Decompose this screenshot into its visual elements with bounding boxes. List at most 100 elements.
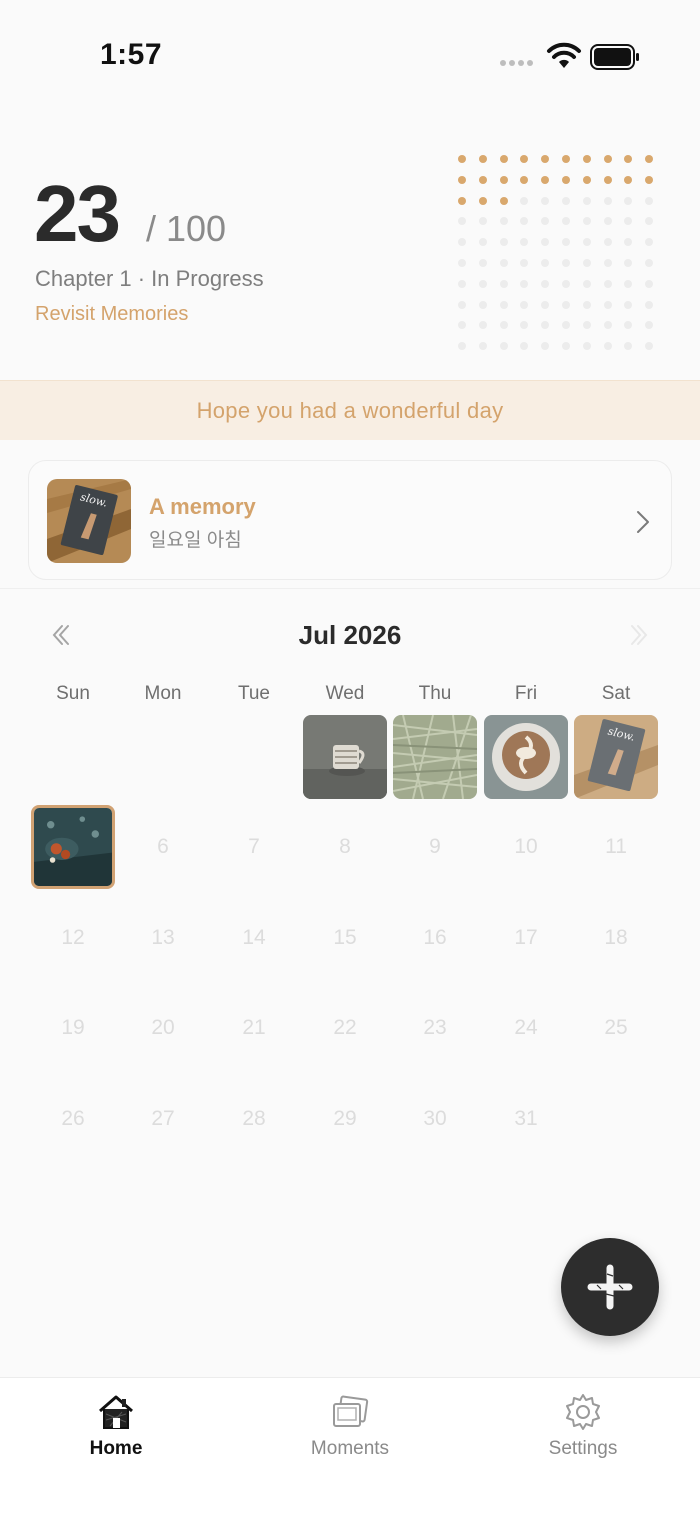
progress-dot-empty bbox=[603, 279, 612, 288]
day-photo-wed[interactable] bbox=[303, 715, 387, 799]
day-26[interactable]: 26 bbox=[31, 1077, 115, 1161]
day-6[interactable]: 6 bbox=[121, 805, 205, 889]
progress-dot-empty bbox=[645, 217, 654, 226]
progress-dot-empty bbox=[603, 321, 612, 330]
day-31[interactable]: 31 bbox=[484, 1077, 568, 1161]
revisit-memories-link[interactable]: Revisit Memories bbox=[35, 303, 188, 326]
progress-dot-empty bbox=[645, 321, 654, 330]
progress-dot-empty bbox=[582, 238, 591, 247]
progress-count: 23 bbox=[34, 169, 121, 258]
progress-dot-empty bbox=[478, 342, 487, 351]
day-21[interactable]: 21 bbox=[212, 986, 296, 1070]
progress-dot-empty bbox=[603, 259, 612, 267]
day-photo-sat[interactable]: slow. bbox=[574, 715, 658, 799]
day-16[interactable]: 16 bbox=[393, 896, 477, 980]
day-20[interactable]: 20 bbox=[121, 986, 205, 1070]
progress-dot-empty bbox=[582, 342, 591, 351]
progress-dot-empty bbox=[645, 196, 654, 205]
progress-dot-empty bbox=[562, 342, 570, 351]
day-19[interactable]: 19 bbox=[31, 986, 115, 1070]
progress-dot-empty bbox=[458, 238, 466, 247]
battery-icon bbox=[590, 44, 639, 70]
day-11[interactable]: 11 bbox=[574, 805, 658, 889]
progress-dot-filled bbox=[458, 196, 466, 205]
day-photo-thu[interactable] bbox=[393, 715, 477, 799]
progress-dot-filled bbox=[520, 155, 529, 163]
day-15[interactable]: 15 bbox=[303, 896, 387, 980]
progress-dot-filled bbox=[624, 155, 633, 163]
weekday-sun: Sun bbox=[56, 683, 90, 704]
tab-label-moments: Moments bbox=[310, 1438, 390, 1459]
day-25[interactable]: 25 bbox=[574, 986, 658, 1070]
memory-card[interactable]: slow. A memory 일요일 아침 bbox=[28, 460, 672, 580]
progress-dot-empty bbox=[520, 217, 529, 226]
progress-dot-empty bbox=[582, 217, 591, 226]
progress-dot-empty bbox=[520, 238, 529, 247]
progress-dot-empty bbox=[541, 238, 550, 247]
progress-total: / 100 bbox=[146, 208, 227, 249]
day-23[interactable]: 23 bbox=[393, 986, 477, 1070]
progress-dot-grid bbox=[456, 153, 666, 353]
day-27[interactable]: 27 bbox=[121, 1077, 205, 1161]
day-18[interactable]: 18 bbox=[574, 896, 658, 980]
day-10[interactable]: 10 bbox=[484, 805, 568, 889]
day-8[interactable]: 8 bbox=[303, 805, 387, 889]
progress-dot-empty bbox=[478, 259, 487, 267]
progress-dot-filled bbox=[520, 175, 529, 184]
day-photo-fri[interactable] bbox=[484, 715, 568, 799]
progress-dot-filled bbox=[458, 175, 466, 184]
day-7[interactable]: 7 bbox=[212, 805, 296, 889]
tab-label-settings: Settings bbox=[548, 1438, 618, 1459]
progress-dot-empty bbox=[562, 279, 570, 288]
day-photo-today[interactable] bbox=[31, 805, 115, 889]
gear-icon bbox=[566, 1394, 600, 1430]
tab-settings[interactable]: Settings bbox=[483, 1378, 683, 1478]
progress-dot-empty bbox=[478, 217, 487, 226]
progress-dot-empty bbox=[541, 196, 550, 205]
add-memory-button[interactable] bbox=[561, 1238, 659, 1336]
progress-dot-empty bbox=[520, 300, 529, 309]
progress-dot-empty bbox=[541, 342, 550, 351]
progress-dot-empty bbox=[562, 300, 570, 309]
progress-dot-empty bbox=[458, 279, 466, 288]
day-29[interactable]: 29 bbox=[303, 1077, 387, 1161]
progress-dot-filled bbox=[499, 155, 508, 163]
day-28[interactable]: 28 bbox=[212, 1077, 296, 1161]
plus-icon bbox=[587, 1264, 633, 1310]
next-month-button[interactable] bbox=[626, 622, 652, 648]
progress-dot-empty bbox=[603, 238, 612, 247]
day-13[interactable]: 13 bbox=[121, 896, 205, 980]
day-17[interactable]: 17 bbox=[484, 896, 568, 980]
day-22[interactable]: 22 bbox=[303, 986, 387, 1070]
day-30[interactable]: 30 bbox=[393, 1077, 477, 1161]
weekday-fri: Fri bbox=[514, 683, 538, 704]
progress-dot-empty bbox=[603, 196, 612, 205]
progress-dot-empty bbox=[645, 238, 654, 247]
progress-dot-empty bbox=[624, 321, 633, 330]
progress-dot-empty bbox=[562, 238, 570, 247]
progress-dot-empty bbox=[562, 196, 570, 205]
progress-dot-empty bbox=[603, 342, 612, 351]
progress-dot-filled bbox=[603, 175, 612, 184]
day-9[interactable]: 9 bbox=[393, 805, 477, 889]
day-24[interactable]: 24 bbox=[484, 986, 568, 1070]
tab-moments[interactable]: Moments bbox=[250, 1378, 450, 1478]
memory-title: A memory bbox=[149, 494, 256, 519]
wifi-icon bbox=[547, 42, 581, 68]
tab-home[interactable]: Home bbox=[16, 1378, 216, 1478]
day-12[interactable]: 12 bbox=[31, 896, 115, 980]
progress-dot-empty bbox=[478, 279, 487, 288]
tab-label-home: Home bbox=[89, 1438, 143, 1459]
progress-dot-empty bbox=[520, 279, 529, 288]
day-14[interactable]: 14 bbox=[212, 896, 296, 980]
cellular-signal-icon bbox=[500, 60, 533, 66]
progress-dot-empty bbox=[541, 279, 550, 288]
status-time: 1:57 bbox=[100, 38, 163, 71]
progress-dot-filled bbox=[603, 155, 612, 163]
progress-dot-empty bbox=[499, 238, 508, 247]
weekday-sat: Sat bbox=[601, 683, 631, 704]
progress-dot-filled bbox=[582, 155, 591, 163]
progress-dot-empty bbox=[603, 217, 612, 226]
progress-dot-empty bbox=[499, 259, 508, 267]
progress-dot-empty bbox=[624, 238, 633, 247]
